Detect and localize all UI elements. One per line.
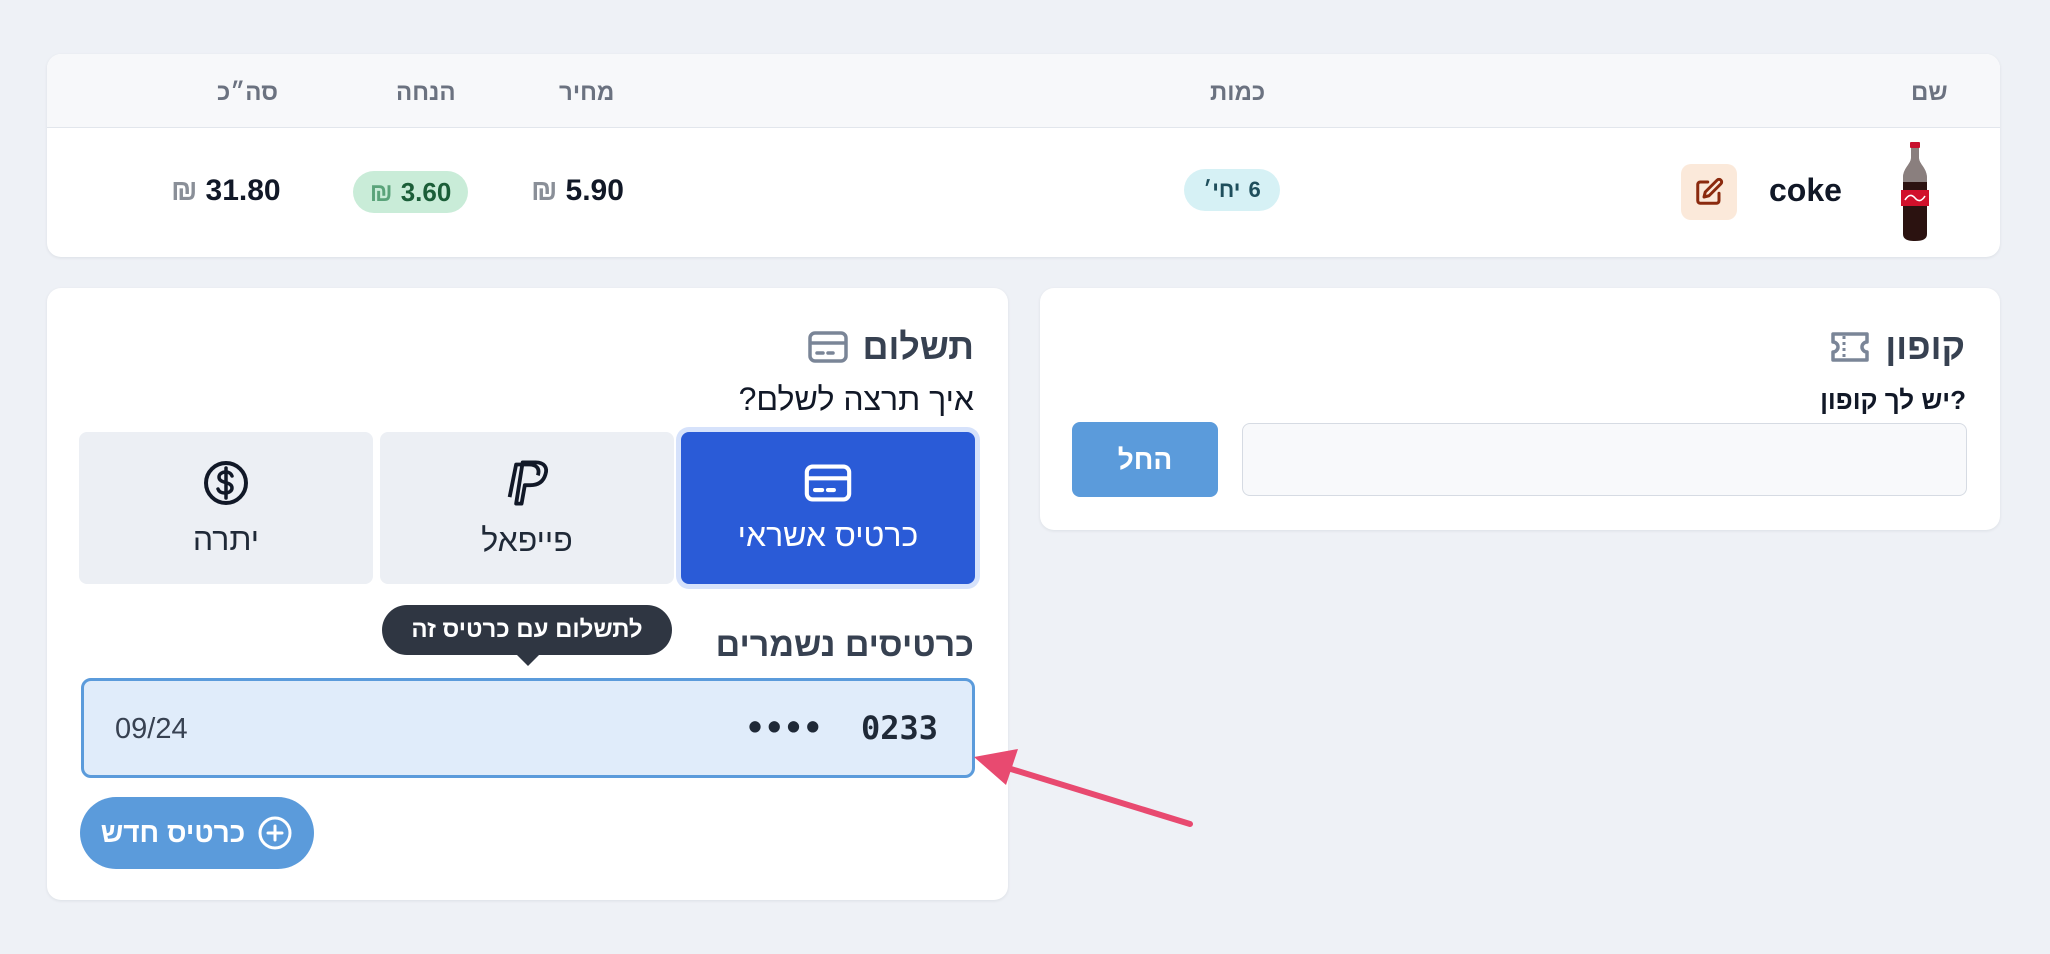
- coke-bottle-icon: [1897, 142, 1933, 247]
- coupon-title-text: קופון: [1885, 326, 1965, 367]
- credit-card-icon: [807, 331, 848, 363]
- currency-symbol: ₪: [369, 176, 393, 207]
- order-table: שם כמות מחיר הנחה סה״כ coke יחי׳ 6 ₪ 5.9…: [47, 54, 2000, 257]
- discount-badge: ₪ 3.60: [353, 171, 468, 213]
- annotation-arrow-icon: [974, 749, 1193, 827]
- price-value: 5.90: [565, 174, 624, 207]
- quantity-badge: יחי׳ 6: [1184, 169, 1280, 211]
- saved-card[interactable]: •••• 0233 09/24: [81, 678, 975, 778]
- card-mask: ••••: [745, 709, 823, 747]
- saved-card-tooltip: לתשלום עם כרטיס זה: [382, 605, 672, 666]
- coupon-label: יש לך קופון?: [1820, 385, 1966, 415]
- method-credit-card[interactable]: כרטיס אשראי: [681, 432, 975, 584]
- coupon-input[interactable]: [1242, 423, 1967, 496]
- table-header: שם כמות מחיר הנחה סה״כ: [47, 54, 2000, 128]
- dollar-circle-icon: [204, 460, 248, 505]
- paypal-icon: [507, 459, 548, 506]
- card-last4: 0233: [860, 709, 938, 747]
- credit-card-icon: [804, 463, 852, 502]
- ticket-icon: [1831, 332, 1870, 362]
- payment-panel: תשלום איך תרצה לשלם? כרטיס אשראי פייפאל …: [47, 288, 1008, 900]
- new-card-button[interactable]: כרטיס חדש: [80, 797, 314, 869]
- header-name: שם: [1911, 79, 1948, 106]
- card-number: •••• 0233: [745, 709, 938, 747]
- method-balance[interactable]: יתרה: [79, 432, 373, 584]
- header-total: סה״כ: [217, 79, 278, 106]
- apply-coupon-button[interactable]: החל: [1072, 422, 1218, 497]
- payment-question: איך תרצה לשלם?: [738, 381, 974, 417]
- coupon-panel: קופון יש לך קופון? החל: [1040, 288, 2000, 530]
- method-label: כרטיס אשראי: [737, 516, 919, 553]
- edit-icon: [1696, 177, 1724, 205]
- method-paypal[interactable]: פייפאל: [380, 432, 674, 584]
- quantity-unit: יחי׳: [1203, 177, 1241, 202]
- price-cell: ₪ 5.90: [531, 174, 624, 208]
- currency-symbol: ₪: [531, 174, 558, 207]
- card-expiry: 09/24: [115, 713, 188, 745]
- plus-circle-icon: [258, 816, 292, 850]
- header-discount: הנחה: [396, 79, 456, 106]
- edit-item-button[interactable]: [1681, 164, 1737, 220]
- total-cell: ₪ 31.80: [171, 174, 281, 208]
- payment-title-text: תשלום: [862, 326, 974, 367]
- method-label: פייפאל: [481, 521, 573, 558]
- coupon-title: קופון: [1829, 326, 1965, 368]
- total-value: 31.80: [205, 174, 281, 207]
- discount-value: 3.60: [400, 176, 452, 207]
- header-quantity: כמות: [1210, 79, 1266, 106]
- quantity-value: 6: [1248, 177, 1261, 202]
- payment-title: תשלום: [807, 326, 974, 368]
- new-card-label: כרטיס חדש: [100, 817, 246, 848]
- product-name: coke: [1769, 172, 1842, 208]
- method-label: יתרה: [192, 520, 260, 557]
- currency-symbol: ₪: [171, 174, 198, 207]
- header-price: מחיר: [559, 79, 615, 106]
- saved-cards-title: כרטיסים נשמרים: [715, 626, 974, 664]
